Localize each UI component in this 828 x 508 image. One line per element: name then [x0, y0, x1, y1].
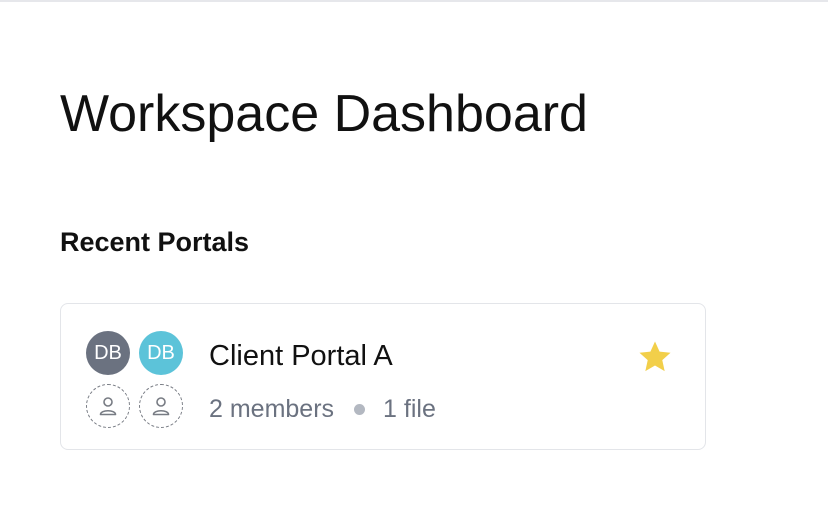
- portal-meta: 2 members 1 file: [209, 393, 436, 425]
- file-count: 1 file: [383, 395, 436, 423]
- recent-portals-heading: Recent Portals: [60, 227, 250, 257]
- portal-name: Client Portal A: [209, 340, 393, 372]
- avatar-initials: DB: [147, 342, 175, 364]
- user-placeholder-icon: [139, 384, 183, 428]
- user-placeholder-icon: [86, 384, 130, 428]
- member-avatar: DB: [139, 331, 183, 375]
- page-title: Workspace Dashboard: [60, 85, 588, 143]
- member-count: 2 members: [209, 395, 335, 423]
- top-divider: [0, 0, 828, 2]
- avatar-initials: DB: [94, 342, 122, 364]
- member-avatar: DB: [86, 331, 130, 375]
- separator-dot: [354, 403, 366, 415]
- star-icon[interactable]: [636, 338, 674, 376]
- portal-card[interactable]: DB DB Client Portal A 2 members 1 file: [60, 303, 706, 450]
